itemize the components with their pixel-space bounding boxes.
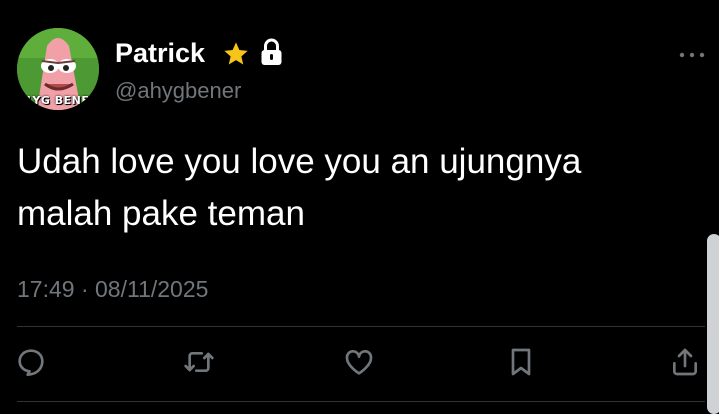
tweet-timestamp[interactable]: 17:49 · 08/11/2025 bbox=[17, 276, 208, 303]
star-icon bbox=[224, 42, 248, 65]
lock-icon bbox=[261, 38, 282, 65]
display-name[interactable]: Patrick bbox=[115, 38, 205, 69]
tweet-date: 08/11/2025 bbox=[95, 276, 209, 302]
share-button[interactable] bbox=[669, 346, 701, 378]
scrollbar[interactable] bbox=[707, 234, 719, 414]
tweet-text: Udah love you love you an ujungnya malah… bbox=[17, 142, 582, 233]
meta-separator: · bbox=[80, 276, 89, 302]
avatar[interactable]: LYG BENE bbox=[17, 28, 99, 110]
retweet-button[interactable] bbox=[183, 346, 215, 378]
like-icon bbox=[345, 350, 373, 375]
share-icon bbox=[673, 348, 697, 376]
bookmark-button[interactable] bbox=[505, 346, 537, 378]
username-handle[interactable]: @ahygbener bbox=[115, 78, 241, 104]
reply-button[interactable] bbox=[15, 346, 47, 378]
reply-icon bbox=[18, 349, 44, 376]
retweet-icon bbox=[184, 352, 214, 372]
divider bbox=[17, 326, 705, 327]
avatar-caption: LYG BENE bbox=[26, 94, 90, 107]
divider bbox=[17, 401, 705, 402]
more-icon[interactable] bbox=[678, 49, 706, 61]
like-button[interactable] bbox=[343, 346, 375, 378]
bookmark-icon bbox=[511, 348, 531, 376]
tweet-time: 17:49 bbox=[17, 276, 75, 302]
